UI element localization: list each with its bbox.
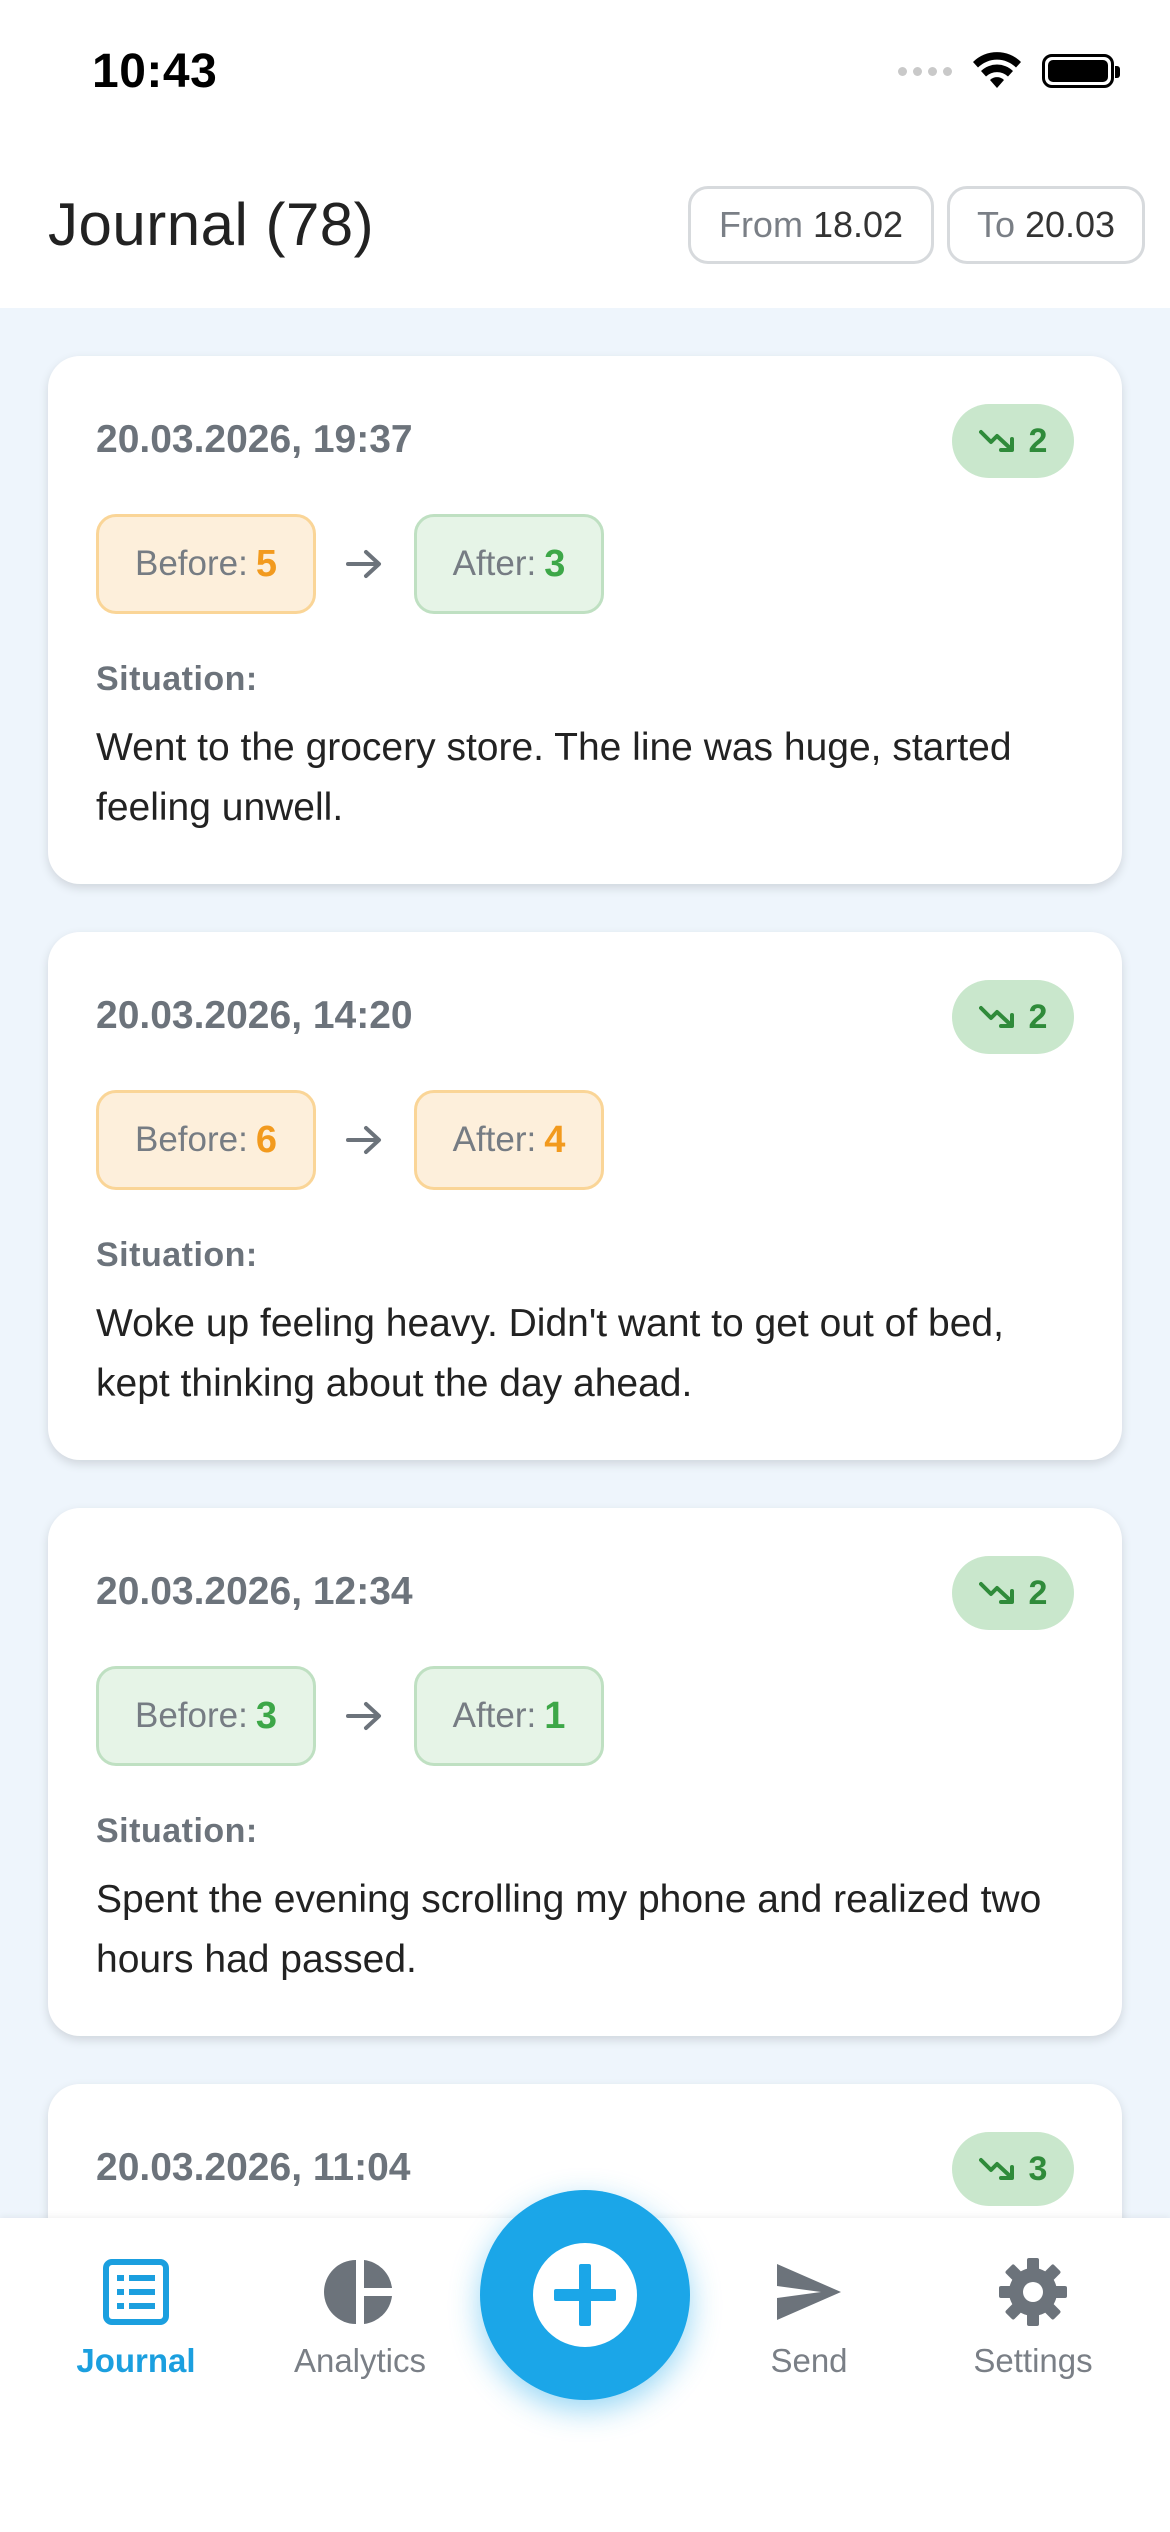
improvement-badge: 2 [952,1556,1074,1630]
date-to-label: To [976,204,1015,245]
nav-analytics[interactable]: Analytics [260,2256,460,2406]
date-to-filter[interactable]: To 20.03 [947,186,1145,264]
entry-datetime: 20.03.2026, 11:04 [96,2146,411,2189]
journal-entry-card[interactable]: 20.03.2026, 14:20 2 Before: 6 After: 4 S [48,932,1122,1460]
situation-text: Woke up feeling heavy. Didn't want to ge… [96,1302,1004,1405]
after-value: 4 [544,1118,566,1161]
pie-chart-icon [324,2260,392,2324]
situation-text: Went to the grocery store. The line was … [96,726,1012,829]
after-value: 1 [544,1694,566,1737]
battery-icon [1042,54,1120,88]
before-label: Before: [135,1120,248,1159]
list-icon [103,2259,169,2325]
send-icon [777,2264,841,2320]
improvement-badge: 2 [952,980,1074,1054]
nav-journal-label: Journal [76,2342,196,2379]
trending-down-icon [978,430,1014,452]
status-time: 10:43 [92,45,218,98]
header: Journal (78) From 18.02 To 20.03 [0,150,1170,308]
nav-settings[interactable]: Settings [933,2256,1133,2406]
entry-datetime: 20.03.2026, 14:20 [96,994,413,1037]
situation-text: Spent the evening scrolling my phone and… [96,1878,1042,1981]
after-score: After: 4 [414,1090,604,1190]
arrow-right-icon [346,550,381,578]
after-score: After: 3 [414,514,604,614]
plus-circle-icon [533,2243,637,2347]
journal-list[interactable]: 20.03.2026, 19:37 2 Before: 5 After: 3 S [0,308,1170,2218]
before-label: Before: [135,1696,248,1735]
situation-label: Situation: [96,660,258,698]
before-score: Before: 3 [96,1666,316,1766]
improvement-badge: 3 [952,2132,1074,2206]
nav-settings-label: Settings [973,2342,1093,2379]
before-value: 6 [255,1118,277,1161]
after-score: After: 1 [414,1666,604,1766]
trending-down-icon [978,2158,1014,2180]
improvement-value: 2 [1028,1573,1048,1612]
improvement-value: 2 [1028,997,1048,1036]
arrow-right-icon [346,1126,381,1154]
nav-analytics-label: Analytics [293,2342,427,2379]
situation-label: Situation: [96,1812,258,1850]
before-score: Before: 6 [96,1090,316,1190]
date-from-label: From [718,204,803,245]
date-to-value: 20.03 [1024,204,1116,245]
date-from-filter[interactable]: From 18.02 [688,186,934,264]
date-from-value: 18.02 [812,204,904,245]
nav-send-label: Send [770,2342,848,2379]
improvement-value: 3 [1028,2149,1048,2188]
journal-entry-card[interactable]: 20.03.2026, 12:34 2 Before: 3 After: 1 S [48,1508,1122,2036]
after-label: After: [452,1696,537,1735]
before-label: Before: [135,544,248,583]
after-value: 3 [544,542,566,585]
status-icons [898,52,1120,90]
after-label: After: [452,544,537,583]
arrow-right-icon [346,1702,381,1730]
before-score: Before: 5 [96,514,316,614]
entry-datetime: 20.03.2026, 12:34 [96,1570,413,1613]
entry-datetime: 20.03.2026, 19:37 [96,418,413,461]
nav-journal[interactable]: Journal [36,2256,236,2406]
cellular-signal-icon [898,66,952,76]
app: 10:43 Journal (78) From 18.02 To 20.03 2… [0,0,1170,2532]
nav-send[interactable]: Send [709,2256,909,2406]
improvement-value: 2 [1028,421,1048,460]
before-value: 3 [255,1694,277,1737]
situation-label: Situation: [96,1236,258,1274]
journal-entry-card[interactable]: 20.03.2026, 19:37 2 Before: 5 After: 3 S [48,356,1122,884]
add-entry-button[interactable] [480,2190,690,2400]
improvement-badge: 2 [952,404,1074,478]
gear-icon [999,2258,1067,2326]
page-title: Journal (78) [48,191,375,258]
after-label: After: [452,1120,537,1159]
trending-down-icon [978,1582,1014,1604]
wifi-icon [973,52,1021,88]
before-value: 5 [255,542,277,585]
trending-down-icon [978,1006,1014,1028]
status-bar: 10:43 [0,0,1170,150]
